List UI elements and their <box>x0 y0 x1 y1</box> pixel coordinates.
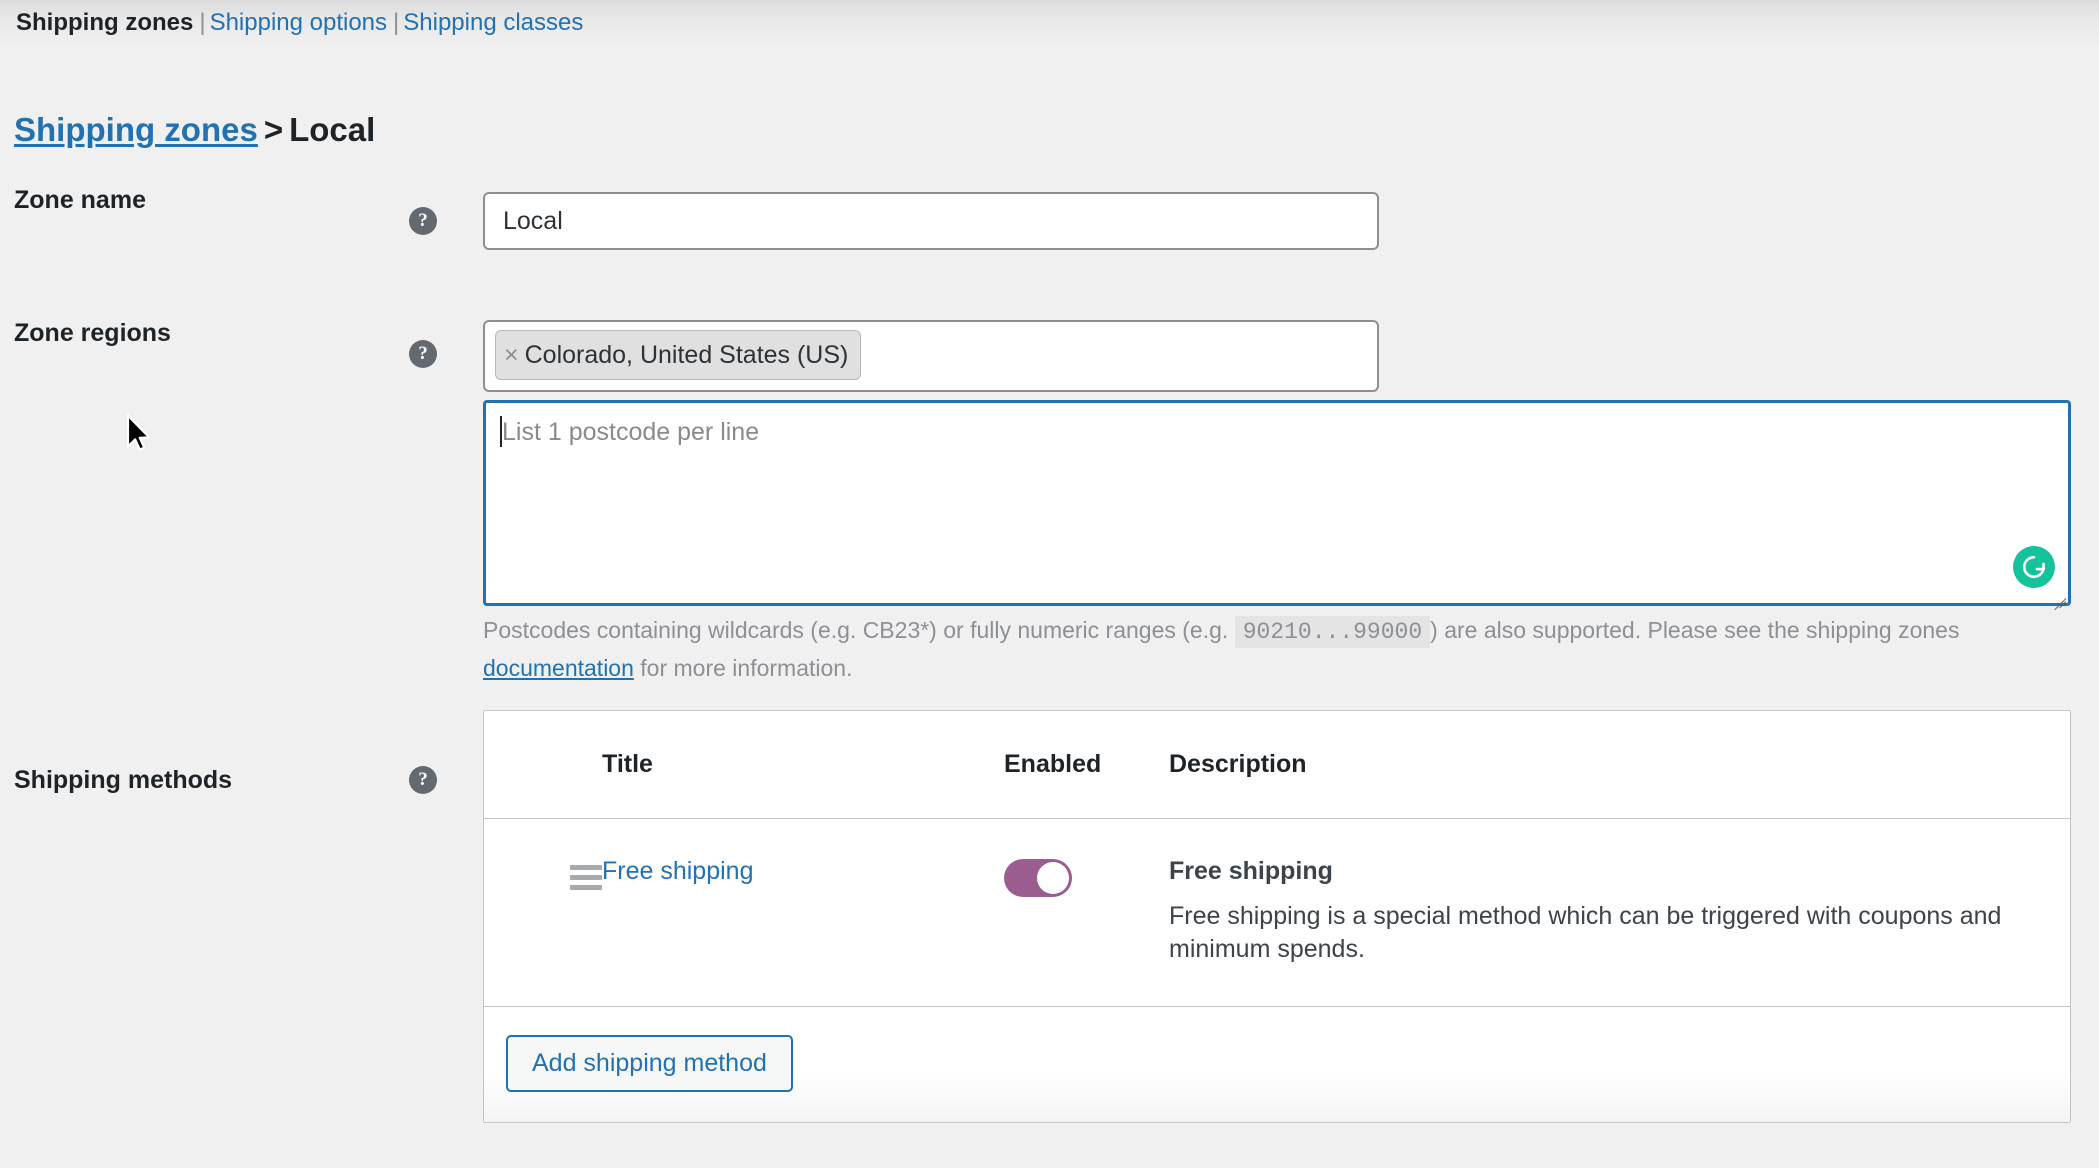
postcodes-help-text: Postcodes containing wildcards (e.g. CB2… <box>483 612 2028 686</box>
zone-name-label: Zone name <box>14 186 146 214</box>
enabled-toggle[interactable] <box>1004 859 1072 897</box>
breadcrumb-link-shipping-zones[interactable]: Shipping zones <box>14 111 258 148</box>
row-handle-cell <box>484 857 602 890</box>
zone-postcodes-wrapper <box>483 400 2071 611</box>
zone-postcodes-textarea[interactable] <box>483 400 2071 606</box>
breadcrumb-current-zone: Local <box>289 111 376 149</box>
row-description-cell: Free shipping Free shipping is a special… <box>1169 857 2070 966</box>
region-chip-label: Colorado, United States (US) <box>524 340 849 369</box>
method-description-body: Free shipping is a special method which … <box>1169 902 2002 963</box>
subnav-item-shipping-zones[interactable]: Shipping zones <box>16 9 193 36</box>
help-text-part-1: Postcodes containing wildcards (e.g. CB2… <box>483 617 1229 643</box>
region-chip[interactable]: × Colorado, United States (US) <box>495 330 862 380</box>
zone-regions-help-icon[interactable]: ? <box>409 340 437 368</box>
subnav-item-shipping-options[interactable]: Shipping options <box>210 9 387 36</box>
help-text-part-2: ) are also supported. Please see the shi… <box>1430 617 1960 643</box>
help-text-code-example: 90210...99000 <box>1234 616 1431 648</box>
toggle-knob <box>1037 862 1069 894</box>
breadcrumb-separator: > <box>263 111 284 149</box>
zone-regions-label: Zone regions <box>14 319 171 347</box>
subnav-separator-2: | <box>393 9 400 36</box>
mouse-cursor <box>126 414 152 452</box>
zone-regions-select[interactable]: × Colorado, United States (US) <box>483 320 1379 392</box>
grammarly-icon[interactable] <box>2013 546 2055 588</box>
settings-subnav: Shipping zones | Shipping options | Shipping… <box>16 8 583 38</box>
help-text-part-3: for more information. <box>640 655 853 681</box>
documentation-link[interactable]: documentation <box>483 655 634 681</box>
zone-name-help-icon[interactable]: ? <box>409 207 437 235</box>
subnav-item-shipping-classes[interactable]: Shipping classes <box>403 9 583 36</box>
shipping-methods-table: Title Enabled Description Free shipping … <box>483 710 2071 1123</box>
row-title-cell: Free shipping <box>602 857 1004 886</box>
shipping-methods-help-icon[interactable]: ? <box>409 766 437 794</box>
page-title-breadcrumb: Shipping zones > Local <box>14 110 375 150</box>
column-header-enabled: Enabled <box>1004 750 1102 778</box>
column-header-description: Description <box>1169 750 1307 778</box>
subnav-separator-1: | <box>199 9 206 36</box>
drag-handle-icon[interactable] <box>570 865 602 890</box>
shipping-method-link-free-shipping[interactable]: Free shipping <box>602 857 753 885</box>
add-shipping-method-button[interactable]: Add shipping method <box>506 1035 793 1092</box>
table-header-row: Title Enabled Description <box>484 711 2070 819</box>
text-caret <box>500 416 502 447</box>
textarea-resize-handle[interactable] <box>2050 586 2067 611</box>
column-header-title: Title <box>602 750 653 778</box>
zone-name-input[interactable] <box>483 192 1379 250</box>
chip-remove-icon[interactable]: × <box>504 341 519 370</box>
method-description-title: Free shipping <box>1169 857 1333 885</box>
row-enabled-cell <box>1004 857 1169 897</box>
table-footer-row: Add shipping method <box>484 1007 2070 1122</box>
table-row: Free shipping Free shipping Free shippin… <box>484 819 2070 1007</box>
shipping-methods-label: Shipping methods <box>14 766 233 794</box>
